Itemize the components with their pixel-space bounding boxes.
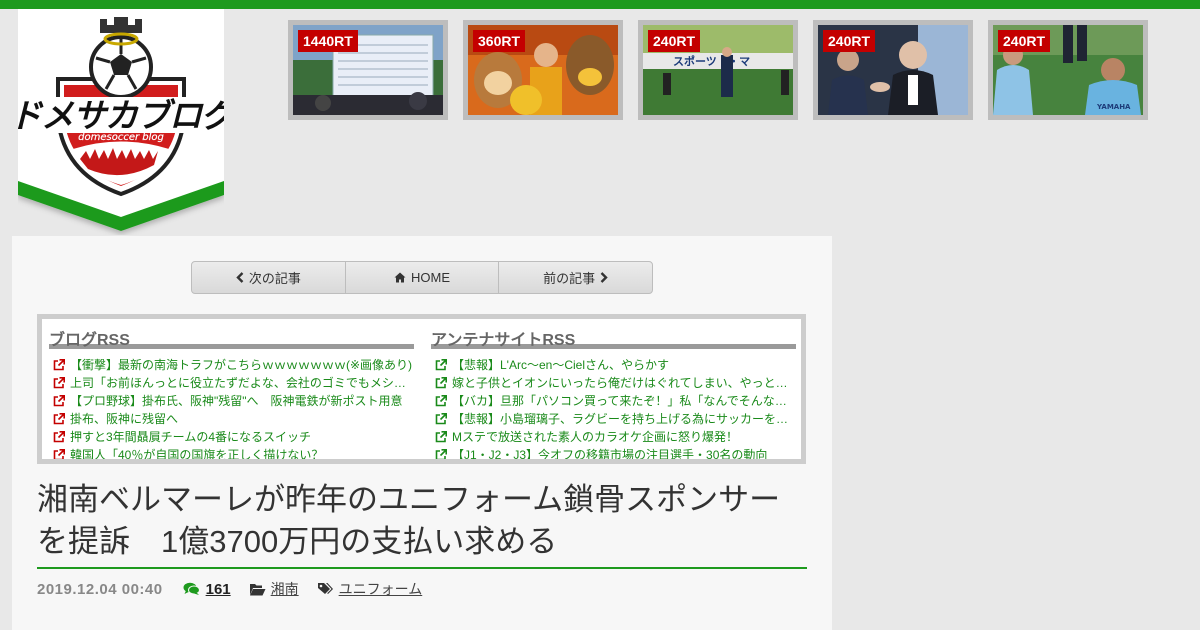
rss-item[interactable]: 押すと3年間贔屓チームの4番になるスイッチ xyxy=(49,428,414,446)
ranking-thumb-3[interactable]: スポーツ F・マ 240RT xyxy=(638,20,798,120)
external-link-icon xyxy=(53,431,65,443)
rss-item-title: 【悲報】L'Arc～en～Cielさん、やらかす xyxy=(452,358,669,372)
external-link-icon xyxy=(435,449,447,459)
home-label: HOME xyxy=(411,270,450,285)
blog-rss-column: ブログRSS 【衝撃】最新の南海トラフがこちらｗｗｗｗｗｗｗ(※画像あり) 上司「… xyxy=(49,319,414,462)
rt-badge: 240RT xyxy=(998,30,1051,52)
rss-item[interactable]: 韓国人「40％が自国の国旗を正しく描けない？ xyxy=(49,446,414,462)
external-link-icon xyxy=(435,377,447,389)
tag-label: ユニフォーム xyxy=(338,581,423,597)
external-link-icon xyxy=(53,377,65,389)
rss-item-title: 嫁と子供とイオンにいったら俺だけはぐれてしまい、やっと見つけたと思ったら xyxy=(452,376,796,390)
rss-item-title: 【J1・J2・J3】今オフの移籍市場の注目選手・30名の動向 xyxy=(452,448,768,462)
logo-subtitle: domesoccer blog xyxy=(78,132,164,143)
external-link-icon xyxy=(53,413,65,425)
rss-item-title: 掛布、阪神に残留へ xyxy=(70,412,179,426)
external-link-icon xyxy=(53,395,65,407)
rss-item-title: 押すと3年間贔屓チームの4番になるスイッチ xyxy=(70,430,311,444)
rss-item[interactable]: 上司「お前ほんっとに役立たずだよな、会社のゴミでもメシ食ってろ」 xyxy=(49,374,414,392)
chevron-right-icon xyxy=(600,272,608,283)
rss-item[interactable]: 【悲報】小島瑠璃子、ラグビーを持ち上げる為にサッカーを下げてしまう xyxy=(431,410,796,428)
external-link-icon xyxy=(53,359,65,371)
next-article-button[interactable]: 次の記事 xyxy=(192,262,346,293)
ranking-thumb-5[interactable]: YAMAHA 240RT xyxy=(988,20,1148,120)
rss-item[interactable]: 【衝撃】最新の南海トラフがこちらｗｗｗｗｗｗｗ(※画像あり) xyxy=(49,356,414,374)
external-link-icon xyxy=(435,395,447,407)
article-date: 2019.12.04 00:40 xyxy=(37,580,163,598)
rss-item-title: 【悲報】小島瑠璃子、ラグビーを持ち上げる為にサッカーを下げてしまう xyxy=(452,412,796,426)
rss-item[interactable]: Mステで放送された素人のカラオケ企画に怒り爆発！ xyxy=(431,428,796,446)
rss-item[interactable]: 嫁と子供とイオンにいったら俺だけはぐれてしまい、やっと見つけたと思ったら xyxy=(431,374,796,392)
external-link-icon xyxy=(435,359,447,371)
rss-item[interactable]: 【バカ】旦那「パソコン買って来たぞ！」私「なんでそんなもん… xyxy=(431,392,796,410)
blog-rss-list: 【衝撃】最新の南海トラフがこちらｗｗｗｗｗｗｗ(※画像あり) 上司「お前ほんっとに… xyxy=(49,356,414,462)
rt-badge: 360RT xyxy=(473,30,526,52)
rss-item-title: 【衝撃】最新の南海トラフがこちらｗｗｗｗｗｗｗ(※画像あり) xyxy=(70,358,413,372)
rt-badge: 240RT xyxy=(823,30,876,52)
rss-item-title: 【バカ】旦那「パソコン買って来たぞ！」私「なんでそんなもん… xyxy=(452,394,796,408)
prev-article-button[interactable]: 前の記事 xyxy=(499,262,652,293)
antenna-rss-column: アンテナサイトRSS 【悲報】L'Arc～en～Cielさん、やらかす嫁と子供と… xyxy=(431,319,796,462)
rss-item[interactable]: 【悲報】L'Arc～en～Cielさん、やらかす xyxy=(431,356,796,374)
blog-rss-heading: ブログRSS xyxy=(49,319,414,349)
ranking-thumb-2[interactable]: 360RT xyxy=(463,20,623,120)
comment-count: 161 xyxy=(205,580,231,598)
home-icon xyxy=(394,272,406,283)
rss-item-title: 【プロ野球】掛布氏、阪神"残留"へ 阪神電鉄が新ポスト用意 xyxy=(70,394,403,408)
logo-title: ドメサカブログ xyxy=(18,96,224,135)
antenna-rss-heading: アンテナサイトRSS xyxy=(431,319,796,349)
category-label: 湘南 xyxy=(270,581,299,597)
rss-item-title: Mステで放送された素人のカラオケ企画に怒り爆発！ xyxy=(452,430,738,444)
svg-text:スポーツ F・マ: スポーツ F・マ xyxy=(673,54,750,68)
chevron-left-icon xyxy=(236,272,244,283)
rt-badge: 240RT xyxy=(648,30,701,52)
prev-article-label: 前の記事 xyxy=(543,271,596,286)
rss-item-title: 韓国人「40％が自国の国旗を正しく描けない？ xyxy=(70,448,324,462)
svg-text:YAMAHA: YAMAHA xyxy=(1096,103,1131,111)
next-article-label: 次の記事 xyxy=(248,271,301,286)
article-nav: 次の記事 HOME 前の記事 xyxy=(191,261,653,294)
rss-item[interactable]: 掛布、阪神に残留へ xyxy=(49,410,414,428)
home-button[interactable]: HOME xyxy=(346,262,500,293)
tag-link[interactable]: ユニフォーム xyxy=(317,579,423,599)
site-logo[interactable]: ドメサカブログ domesoccer blog xyxy=(18,9,224,235)
comments-icon xyxy=(183,582,200,595)
title-divider xyxy=(37,567,807,569)
category-link[interactable]: 湘南 xyxy=(249,579,299,599)
rss-item[interactable]: 【J1・J2・J3】今オフの移籍市場の注目選手・30名の動向 xyxy=(431,446,796,462)
folder-open-icon xyxy=(249,583,266,595)
article-title: 湘南ベルマーレが昨年のユニフォーム鎖骨スポンサーを提訴 1億3700万円の支払い… xyxy=(37,482,781,559)
comments-link[interactable]: 161 xyxy=(183,581,231,598)
main-content: 次の記事 HOME 前の記事 ブログRSS 【衝撃】最新の南海トラフがこちらｗｗ… xyxy=(12,236,832,630)
external-link-icon xyxy=(53,449,65,459)
external-link-icon xyxy=(435,413,447,425)
ranking-thumb-4[interactable]: 240RT xyxy=(813,20,973,120)
ranking-thumb-1[interactable]: 1440RT xyxy=(288,20,448,120)
rss-box: ブログRSS 【衝撃】最新の南海トラフがこちらｗｗｗｗｗｗｗ(※画像あり) 上司「… xyxy=(37,314,806,464)
top-accent-bar xyxy=(0,0,1200,9)
rt-badge: 1440RT xyxy=(298,30,358,52)
rss-item-title: 上司「お前ほんっとに役立たずだよな、会社のゴミでもメシ食ってろ」 xyxy=(70,376,414,390)
article-meta: 2019.12.04 00:40 161 湘南 ユニフォーム xyxy=(37,579,440,599)
tags-icon xyxy=(317,583,333,594)
antenna-rss-list: 【悲報】L'Arc～en～Cielさん、やらかす嫁と子供とイオンにいったら俺だけ… xyxy=(431,356,796,462)
rss-item[interactable]: 【プロ野球】掛布氏、阪神"残留"へ 阪神電鉄が新ポスト用意 xyxy=(49,392,414,410)
external-link-icon xyxy=(435,431,447,443)
